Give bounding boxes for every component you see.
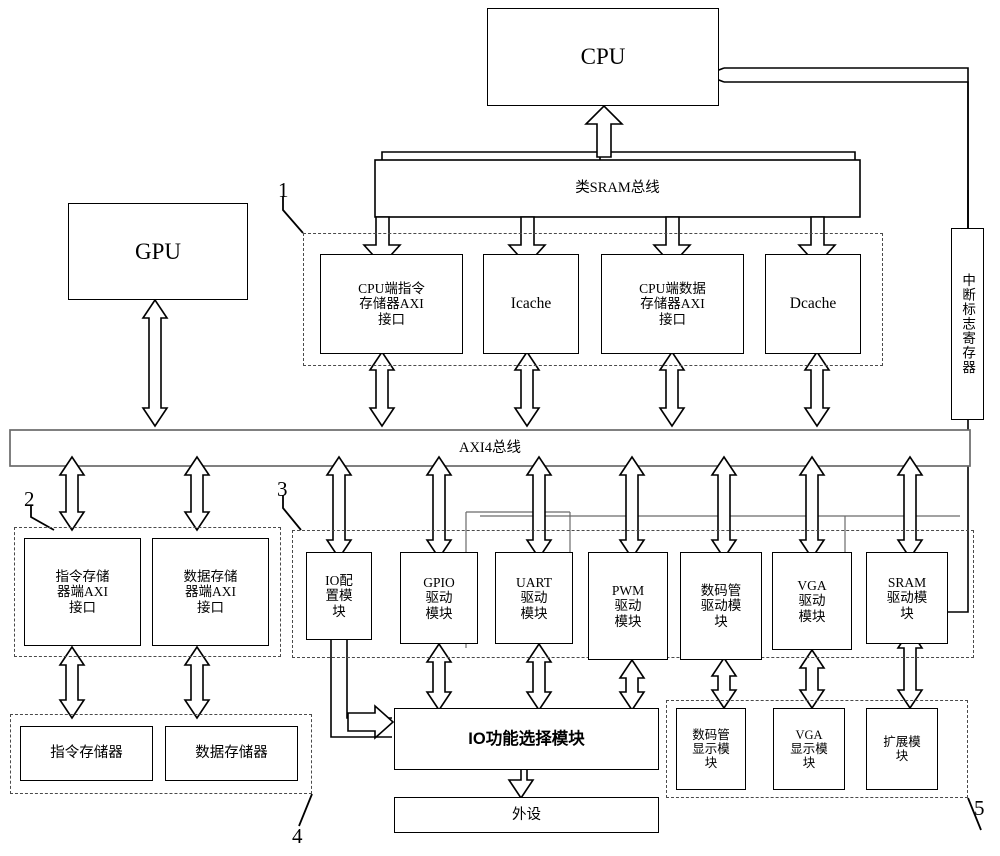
callout-5: 5 (974, 796, 985, 820)
block-io-config-module[interactable]: IO配 置模 块 (306, 552, 372, 640)
block-axi4-bus[interactable]: AXI4总线 (10, 430, 970, 466)
block-data-memory[interactable]: 数据存储器 (165, 726, 298, 781)
block-uart-driver-module[interactable]: UART 驱动 模块 (495, 552, 573, 644)
block-cpu[interactable]: CPU (487, 8, 719, 106)
block-gpu[interactable]: GPU (68, 203, 248, 300)
callout-3: 3 (277, 477, 288, 501)
block-segment-display-module[interactable]: 数码管 显示模 块 (676, 708, 746, 790)
block-io-function-select-module[interactable]: IO功能选择模块 (394, 708, 659, 770)
block-gpio-driver-module[interactable]: GPIO 驱动 模块 (400, 552, 478, 644)
callout-4: 4 (292, 824, 303, 848)
block-pwm-driver-module[interactable]: PWM 驱动 模块 (588, 552, 668, 660)
block-extension-module[interactable]: 扩展模 块 (866, 708, 938, 790)
block-instruction-memory[interactable]: 指令存储器 (20, 726, 153, 781)
block-interrupt-flag-register[interactable]: 中断标志寄存器 (951, 228, 984, 420)
block-icache[interactable]: Icache (483, 254, 579, 354)
block-cpu-data-axi-interface[interactable]: CPU端数据 存储器AXI 接口 (601, 254, 744, 354)
block-peripheral[interactable]: 外设 (394, 797, 659, 833)
block-segment-driver-module[interactable]: 数码管 驱动模 块 (680, 552, 762, 660)
block-vga-display-module[interactable]: VGA 显示模 块 (773, 708, 845, 790)
block-dcache[interactable]: Dcache (765, 254, 861, 354)
block-sram-driver-module[interactable]: SRAM 驱动模 块 (866, 552, 948, 644)
block-sram-bus[interactable]: 类SRAM总线 (375, 160, 860, 217)
diagram-canvas: CPU GPU 类SRAM总线 AXI4总线 中断标志寄存器 CPU端指令 存储… (0, 0, 1000, 856)
block-inst-mem-axi-interface[interactable]: 指令存储 器端AXI 接口 (24, 538, 141, 646)
block-data-mem-axi-interface[interactable]: 数据存储 器端AXI 接口 (152, 538, 269, 646)
callout-2: 2 (24, 487, 35, 511)
block-cpu-inst-axi-interface[interactable]: CPU端指令 存储器AXI 接口 (320, 254, 463, 354)
block-vga-driver-module[interactable]: VGA 驱动 模块 (772, 552, 852, 650)
callout-1: 1 (278, 178, 289, 202)
